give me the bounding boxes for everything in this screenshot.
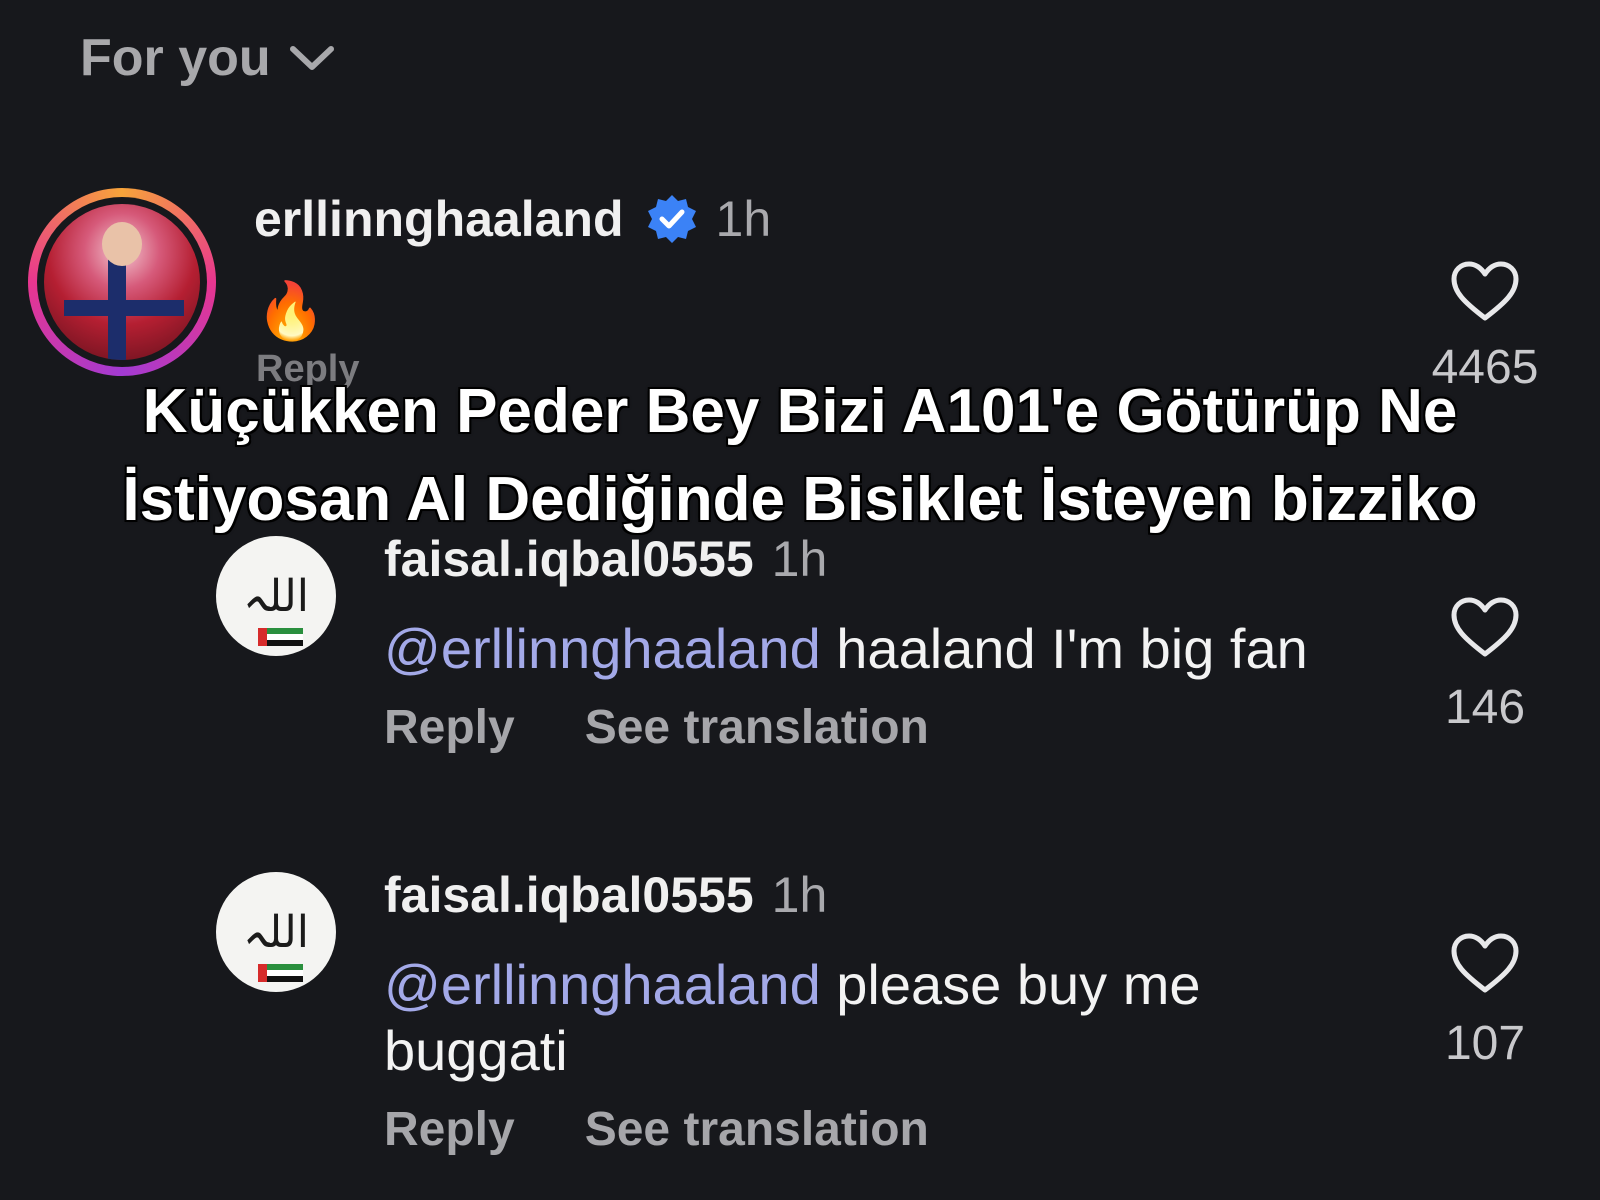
comment-like-count: 107	[1444, 1017, 1526, 1070]
chevron-down-icon	[289, 43, 335, 73]
mention-link[interactable]: @erllinnghaaland	[384, 617, 821, 680]
comment-avatar[interactable]: اللہ	[216, 536, 336, 656]
heart-icon	[1451, 261, 1519, 321]
see-translation-button[interactable]: See translation	[585, 700, 929, 755]
reply-button[interactable]: Reply	[384, 700, 515, 755]
comment-body: haaland I'm big fan	[820, 617, 1308, 680]
comment-username[interactable]: faisal.iqbal0555	[384, 530, 754, 588]
comment-username[interactable]: faisal.iqbal0555	[384, 866, 754, 924]
comment-like[interactable]: 107	[1420, 932, 1550, 1071]
comment-text: @erllinnghaaland haaland I'm big fan	[384, 616, 1404, 682]
comment-username-row: faisal.iqbal0555 1h	[384, 530, 827, 588]
comment-avatar[interactable]: اللہ	[216, 872, 336, 992]
post-author-username[interactable]: erllinnghaaland	[254, 190, 624, 248]
comment-time: 1h	[771, 531, 828, 587]
comment-like[interactable]: 146	[1420, 596, 1550, 735]
comment-text: @erllinnghaaland please buy me buggati	[384, 952, 1284, 1084]
comment-like-count: 146	[1444, 681, 1526, 734]
comments-screen: For you erllinnghaaland 1h 🔥 Reply 4465 …	[0, 0, 1600, 1200]
post-author-username-row: erllinnghaaland 1h	[254, 190, 771, 248]
comment-actions: Reply See translation	[384, 1102, 929, 1157]
mention-link[interactable]: @erllinnghaaland	[384, 953, 821, 1016]
comment-time: 1h	[771, 867, 828, 923]
overlay-caption-line1: Küçükken Peder Bey Bizi A101'e Götürüp N…	[142, 377, 1458, 446]
overlay-caption: Küçükken Peder Bey Bizi A101'e Götürüp N…	[100, 368, 1500, 544]
comment-username-row: faisal.iqbal0555 1h	[384, 866, 827, 924]
verified-badge-icon	[646, 193, 698, 245]
see-translation-button[interactable]: See translation	[585, 1102, 929, 1157]
post-content: 🔥	[256, 279, 326, 342]
comment-actions: Reply See translation	[384, 700, 929, 755]
reply-button[interactable]: Reply	[384, 1102, 515, 1157]
post-author-avatar[interactable]	[28, 188, 216, 376]
feed-selector[interactable]: For you	[80, 28, 335, 88]
heart-icon	[1451, 597, 1519, 657]
feed-title: For you	[80, 29, 271, 87]
heart-icon	[1451, 933, 1519, 993]
post-time: 1h	[715, 191, 772, 247]
